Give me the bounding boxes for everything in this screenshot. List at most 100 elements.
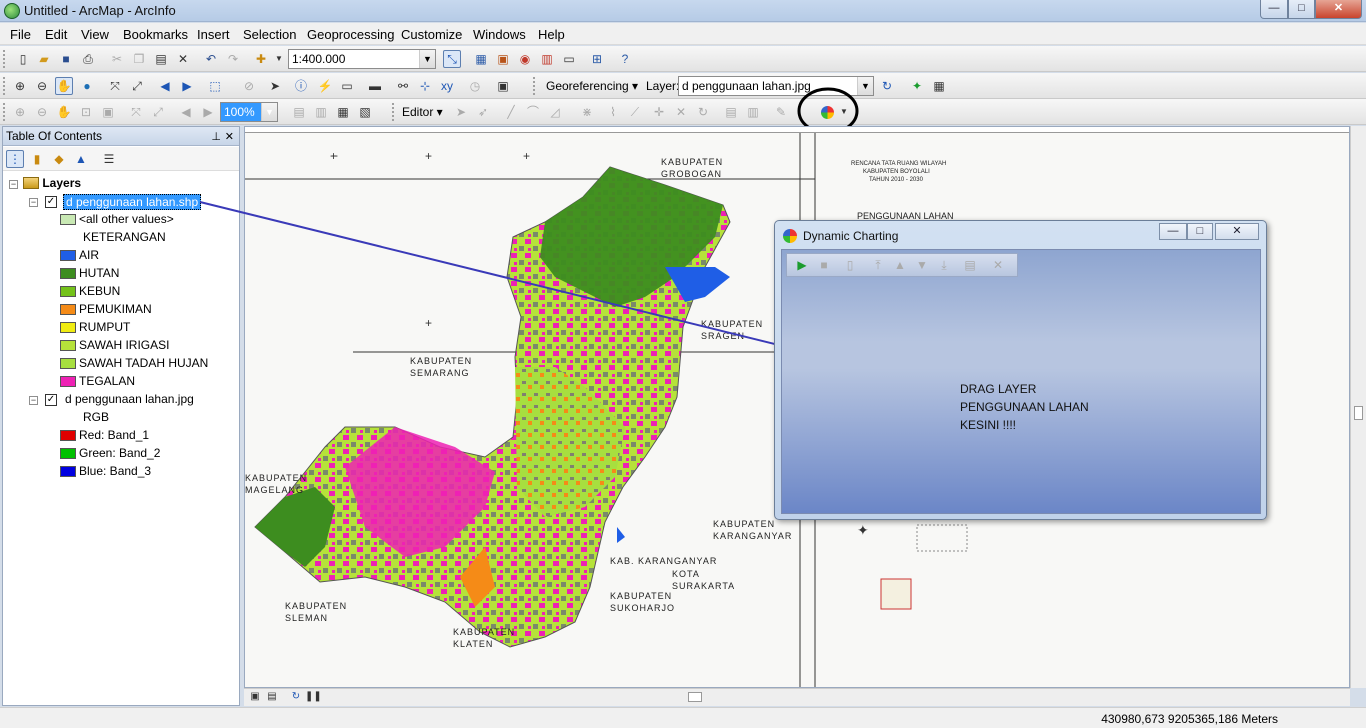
whats-this-help-icon[interactable]: ? <box>616 50 634 68</box>
toggle-draft-mode-icon[interactable]: ▤ <box>290 103 308 121</box>
fixed-zoom-in-icon[interactable]: ⤧ <box>106 77 124 95</box>
layer2-visibility-checkbox[interactable]: ✓ <box>45 394 57 406</box>
menu-windows[interactable]: Windows <box>473 27 526 42</box>
menu-customize[interactable]: Customize <box>401 27 462 42</box>
dyn-minimize-button[interactable]: — <box>1159 223 1187 240</box>
html-popup-icon[interactable]: ▭ <box>338 77 356 95</box>
toolbar-grip[interactable] <box>533 77 537 95</box>
menu-help[interactable]: Help <box>538 27 565 42</box>
remove-icon[interactable]: ✕ <box>989 256 1007 274</box>
menu-edit[interactable]: Edit <box>45 27 67 42</box>
scroll-thumb[interactable] <box>1354 406 1363 420</box>
editor-menu[interactable]: Editor ▾ <box>402 105 443 119</box>
table-of-contents-icon[interactable]: ▦ <box>472 50 490 68</box>
zoom-100-icon[interactable]: ▣ <box>99 103 117 121</box>
cut-icon[interactable]: ✂ <box>108 50 126 68</box>
open-folder-icon[interactable]: ▰ <box>35 50 53 68</box>
select-elements-icon[interactable]: ➤ <box>266 77 284 95</box>
stop-icon[interactable]: ■ <box>815 256 833 274</box>
list-by-source-icon[interactable]: ▮ <box>28 150 46 168</box>
rotate-icon[interactable]: ↻ <box>878 77 896 95</box>
menu-file[interactable]: File <box>10 27 31 42</box>
layer2-name[interactable]: d penggunaan lahan.jpg <box>65 391 194 407</box>
dyn-close-button[interactable]: ✕ <box>1215 223 1259 240</box>
search-window-icon[interactable]: ◉ <box>516 50 534 68</box>
move-down-icon[interactable]: ▼ <box>913 256 931 274</box>
split-icon[interactable]: ✛ <box>650 103 668 121</box>
add-data-icon[interactable]: ✚ <box>252 50 270 68</box>
map-horizontal-scrollbar[interactable]: ▣ ▤ ↻ ❚❚ <box>244 688 1350 706</box>
save-icon[interactable]: ■ <box>57 50 75 68</box>
properties-icon[interactable]: ▤ <box>961 256 979 274</box>
attributes-icon[interactable]: ▤ <box>722 103 740 121</box>
hscroll-thumb[interactable] <box>688 692 702 702</box>
dyn-maximize-button[interactable]: □ <box>1187 223 1213 240</box>
chevron-down-icon[interactable]: ▼ <box>419 50 435 68</box>
rotate-edit-icon[interactable]: ✕ <box>672 103 690 121</box>
refresh-icon[interactable]: ↻ <box>288 689 304 705</box>
map-scale-combo[interactable]: 1:400.000 ▼ <box>288 49 436 69</box>
construction-tools-icon[interactable]: ◿ <box>546 103 564 121</box>
expand-layer2-icon[interactable]: − <box>29 396 38 405</box>
select-features-icon[interactable]: ⬚ <box>206 77 224 95</box>
dynamic-charting-window[interactable]: Dynamic Charting — □ ✕ ▶ ■ ▯ ⤒ ▲ ▼ ⤓ ▤ ✕… <box>774 220 1267 520</box>
layer1-name[interactable]: d penggunaan lahan.shp <box>63 194 202 210</box>
minimize-button[interactable]: — <box>1260 0 1288 19</box>
new-document-icon[interactable]: ▯ <box>14 50 32 68</box>
fixed-zoom-out-layout-icon[interactable]: ⤢ <box>149 103 167 121</box>
data-view-icon[interactable]: ▤ <box>264 689 280 705</box>
print-icon[interactable]: ⎙ <box>79 50 97 68</box>
toolbar-grip[interactable] <box>3 103 7 121</box>
change-layout-icon[interactable]: ▦ <box>334 103 352 121</box>
focus-data-frame-icon[interactable]: ▥ <box>312 103 330 121</box>
reshape-icon[interactable]: ⌇ <box>604 103 622 121</box>
catalog-icon[interactable]: ▣ <box>494 50 512 68</box>
measure-icon[interactable]: ▬ <box>366 77 384 95</box>
layers-root[interactable]: Layers <box>23 175 81 191</box>
close-icon[interactable]: ✕ <box>225 128 234 146</box>
menu-view[interactable]: View <box>81 27 109 42</box>
map-vertical-scrollbar[interactable] <box>1350 126 1366 688</box>
pause-drawing-icon[interactable]: ❚❚ <box>304 689 322 705</box>
new-chart-icon[interactable]: ▯ <box>841 256 859 274</box>
fixed-zoom-in-layout-icon[interactable]: ⤧ <box>127 103 145 121</box>
model-builder-icon[interactable]: ⊞ <box>588 50 606 68</box>
undo-icon[interactable]: ↶ <box>202 50 220 68</box>
full-extent-globe-icon[interactable]: ● <box>78 77 96 95</box>
end-point-arc-icon[interactable]: ⌒ <box>524 103 542 121</box>
view-link-table-icon[interactable]: ▦ <box>930 77 948 95</box>
layout-zoom-in-icon[interactable]: ⊕ <box>11 103 29 121</box>
menu-geoprocessing[interactable]: Geoprocessing <box>307 27 394 42</box>
sketch-properties-icon[interactable]: ▥ <box>744 103 762 121</box>
next-extent-icon[interactable]: ▶ <box>199 103 217 121</box>
cut-polygons-icon[interactable]: ⟋ <box>626 103 644 121</box>
layout-view-icon[interactable]: ▣ <box>247 689 263 705</box>
zoom-whole-page-icon[interactable]: ⊡ <box>77 103 95 121</box>
find-route-icon[interactable]: ⊹ <box>416 77 434 95</box>
fixed-zoom-out-icon[interactable]: ⤢ <box>128 77 146 95</box>
toolbar-grip[interactable] <box>3 50 7 68</box>
add-data-dropdown-icon[interactable]: ▼ <box>270 50 288 68</box>
list-by-drawing-order-icon[interactable]: ⋮ <box>6 150 24 168</box>
copy-icon[interactable]: ❐ <box>130 50 148 68</box>
go-to-xy-icon[interactable]: xy <box>438 77 456 95</box>
menu-bookmarks[interactable]: Bookmarks <box>123 27 188 42</box>
toolbar-grip[interactable] <box>392 103 396 121</box>
previous-extent-icon[interactable]: ◀ <box>177 103 195 121</box>
layer1-visibility-checkbox[interactable]: ✓ <box>45 196 57 208</box>
create-features-icon[interactable]: ✎ <box>772 103 790 121</box>
georeferencing-menu[interactable]: Georeferencing ▾ <box>546 79 638 93</box>
zoom-in-icon[interactable]: ⊕ <box>11 77 29 95</box>
chevron-down-icon[interactable]: ▼ <box>261 103 277 121</box>
rotate-feature-icon[interactable]: ↻ <box>694 103 712 121</box>
list-by-selection-icon[interactable]: ▲ <box>72 150 90 168</box>
python-window-icon[interactable]: ▭ <box>560 50 578 68</box>
identify-icon[interactable]: ⓘ <box>292 77 310 95</box>
data-driven-pages-icon[interactable]: ▧ <box>356 103 374 121</box>
arctoolbox-icon[interactable]: ▥ <box>538 50 556 68</box>
paste-icon[interactable]: ▤ <box>152 50 170 68</box>
editor-toolbar-icon[interactable]: ⤡ <box>443 50 461 68</box>
toolbar-grip[interactable] <box>3 77 7 95</box>
find-binoculars-icon[interactable]: ⚯ <box>394 77 412 95</box>
close-button[interactable]: ✕ <box>1315 0 1362 19</box>
